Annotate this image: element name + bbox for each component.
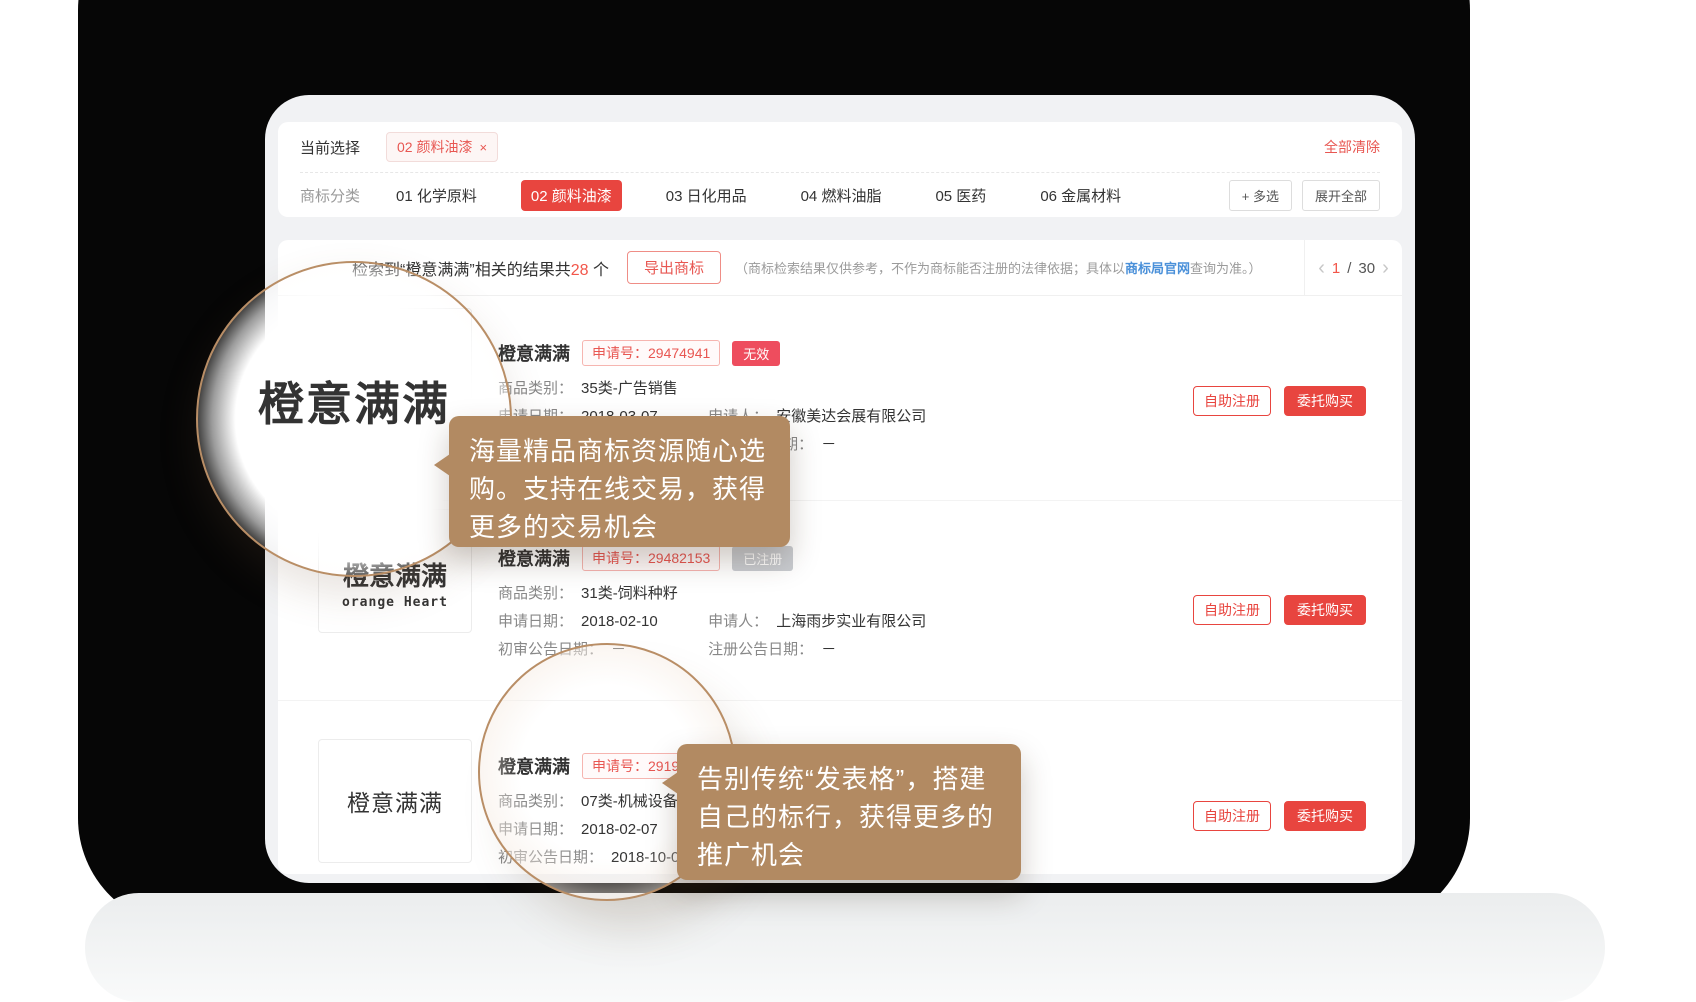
trademark-image-subtext: orange Heart [342, 595, 448, 610]
trademark-name: 橙意满满 [498, 340, 570, 366]
expand-all-button[interactable]: 展开全部 [1302, 180, 1380, 211]
self-register-button[interactable]: 自助注册 [1193, 595, 1271, 625]
application-number-label: 申请号： [592, 345, 648, 361]
entrust-purchase-button[interactable]: 委托购买 [1284, 595, 1366, 625]
export-trademarks-button[interactable]: 导出商标 [627, 251, 721, 284]
multi-select-button[interactable]: + 多选 [1229, 180, 1292, 211]
entrust-purchase-button[interactable]: 委托购买 [1284, 386, 1366, 416]
results-header: 检索到“橙意满满”相关的结果共28 个 导出商标 （商标检索结果仅供参考，不作为… [278, 240, 1402, 296]
category-tab-06[interactable]: 06 金属材料 [1030, 180, 1131, 211]
application-number-label: 申请号： [592, 550, 648, 566]
category-label: 商标分类 [300, 185, 360, 206]
status-badge: 已注册 [732, 546, 793, 571]
disclaimer-suffix: 查询为准。） [1190, 261, 1262, 276]
field-value: － [821, 641, 836, 658]
field-value: 安徽美达会展有限公司 [776, 408, 926, 425]
summary-suffix: 个 [589, 262, 609, 279]
field-label: 申请日期： [498, 613, 573, 630]
trademark-image-text: 橙意满满 [347, 784, 443, 818]
page: 当前选择 02 颜料油漆 × 全部清除 商标分类 01 化学原料 02 颜料油漆… [0, 0, 1696, 1002]
trademark-image: 橙意满满 [318, 739, 472, 863]
callout-tooltip: 海量精品商标资源随心选购。支持在线交易，获得更多的交易机会 [449, 416, 790, 547]
laptop-base [85, 893, 1605, 1002]
field-value: 31类-饲料种籽 [581, 585, 678, 602]
field-value: 2018-02-10 [581, 613, 658, 630]
clear-all-link[interactable]: 全部清除 [1324, 137, 1380, 157]
selected-filter-tag-text: 02 颜料油漆 [397, 137, 472, 157]
magnified-trademark-text: 橙意满满 [258, 368, 450, 434]
category-tab-04[interactable]: 04 燃料油脂 [791, 180, 892, 211]
status-badge: 无效 [732, 341, 780, 366]
field-value: 上海雨步实业有限公司 [776, 613, 926, 630]
filter-panel: 当前选择 02 颜料油漆 × 全部清除 商标分类 01 化学原料 02 颜料油漆… [278, 122, 1402, 217]
category-tab-05[interactable]: 05 医药 [925, 180, 996, 211]
selected-filter-tag[interactable]: 02 颜料油漆 × [386, 132, 498, 162]
field-label: 商品类别： [498, 585, 573, 602]
field-value: － [821, 436, 836, 453]
total-pages: 30 [1358, 260, 1375, 277]
current-selection-label: 当前选择 [300, 137, 360, 158]
application-number-badge: 申请号：29474941 [582, 340, 720, 366]
application-number: 29474941 [648, 345, 710, 361]
category-row: 商标分类 01 化学原料 02 颜料油漆 03 日化用品 04 燃料油脂 05 … [300, 173, 1380, 217]
field-label: 注册公告日期： [708, 641, 813, 658]
self-register-button[interactable]: 自助注册 [1193, 801, 1271, 831]
next-page-icon[interactable]: › [1382, 258, 1389, 278]
results-count: 28 [571, 262, 589, 279]
pagination: ‹ 1 / 30 › [1304, 240, 1402, 296]
disclaimer-text: （商标检索结果仅供参考，不作为商标能否注册的法律依据；具体以商标局官网查询为准。… [735, 258, 1262, 277]
category-tab-02[interactable]: 02 颜料油漆 [521, 180, 622, 211]
entrust-purchase-button[interactable]: 委托购买 [1284, 801, 1366, 831]
category-tab-03[interactable]: 03 日化用品 [656, 180, 757, 211]
self-register-button[interactable]: 自助注册 [1193, 386, 1271, 416]
current-page: 1 [1332, 260, 1340, 277]
summary-mid: ”相关的结果共 [469, 262, 570, 279]
page-separator: / [1347, 260, 1351, 277]
tag-close-icon[interactable]: × [479, 140, 487, 155]
callout-tooltip: 告别传统“发表格”，搭建自己的标行，获得更多的推广机会 [677, 744, 1021, 880]
trademark-name: 橙意满满 [498, 545, 570, 571]
field-label: 申请人： [708, 613, 768, 630]
trademark-office-link[interactable]: 商标局官网 [1125, 261, 1190, 276]
disclaimer-prefix: （商标检索结果仅供参考，不作为商标能否注册的法律依据；具体以 [735, 261, 1125, 276]
current-selection-row: 当前选择 02 颜料油漆 × 全部清除 [300, 122, 1380, 173]
application-number-badge: 申请号：29482153 [582, 545, 720, 571]
application-number: 29482153 [648, 550, 710, 566]
field-value: 35类-广告销售 [581, 380, 678, 397]
prev-page-icon[interactable]: ‹ [1318, 258, 1325, 278]
category-tab-01[interactable]: 01 化学原料 [386, 180, 487, 211]
